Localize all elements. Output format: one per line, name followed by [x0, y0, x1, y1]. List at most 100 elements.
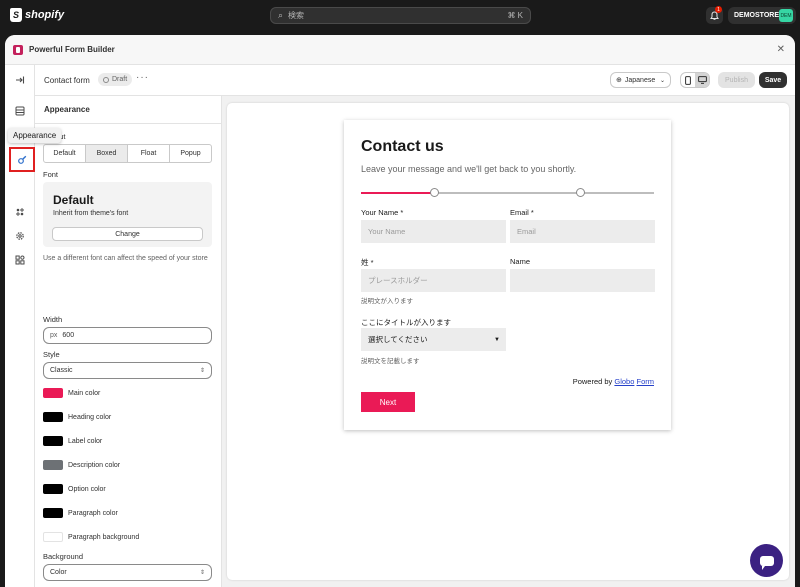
- background-value: Color: [50, 569, 67, 576]
- main-color-swatch[interactable]: [43, 388, 63, 398]
- background-select[interactable]: Color ⇕: [43, 564, 212, 581]
- search-shortcut: ⌘ K: [507, 11, 523, 20]
- icon-rail: [5, 65, 35, 587]
- select-description: 説明文を記載します: [361, 358, 420, 365]
- chevron-down-icon: ⌄: [659, 77, 665, 84]
- option-color-row[interactable]: Option color: [43, 484, 106, 494]
- style-select[interactable]: Classic ⇕: [43, 362, 212, 379]
- change-font-button[interactable]: Change: [52, 227, 203, 241]
- desktop-view-button[interactable]: [695, 73, 709, 87]
- tooltip: Appearance: [8, 128, 62, 143]
- your-name-placeholder: Your Name: [368, 227, 406, 236]
- dropdown-select[interactable]: 選択してください ▼: [361, 328, 506, 351]
- powered-by: Powered by Globo Form: [573, 377, 654, 386]
- color-label: Option color: [68, 485, 106, 493]
- option-color-swatch[interactable]: [43, 484, 63, 494]
- search-placeholder: 検索: [288, 11, 305, 20]
- search-bar[interactable]: ⌕ 検索 ⌘ K: [270, 7, 531, 24]
- label-color-row[interactable]: Label color: [43, 436, 102, 446]
- your-name-label: Your Name *: [361, 208, 404, 217]
- email-input[interactable]: Email: [510, 220, 655, 243]
- integrations-icon[interactable]: [13, 205, 27, 219]
- next-button[interactable]: Next: [361, 392, 415, 412]
- window-title: Powerful Form Builder: [29, 45, 115, 54]
- email-placeholder: Email: [517, 227, 536, 236]
- sei-description: 説明文が入ります: [361, 298, 413, 305]
- select-arrows-icon: ⇕: [199, 368, 205, 374]
- paragraph-background-swatch[interactable]: [43, 532, 63, 542]
- notification-badge: 1: [715, 6, 722, 13]
- layout-option-float[interactable]: Float: [128, 145, 170, 162]
- brand-name: shopify: [25, 9, 65, 21]
- layout-option-boxed[interactable]: Boxed: [86, 145, 128, 162]
- search-icon: ⌕: [278, 10, 284, 20]
- app-window: Powerful Form Builder ✕ Contact form Dra…: [5, 35, 795, 587]
- exit-icon[interactable]: [13, 73, 27, 87]
- apps-icon[interactable]: [13, 253, 27, 267]
- color-label: Heading color: [68, 413, 112, 421]
- shopify-bag-icon: [10, 8, 22, 22]
- step-indicator-2[interactable]: [576, 188, 585, 197]
- app-icon: [13, 44, 23, 55]
- mobile-view-button[interactable]: [681, 73, 695, 87]
- name-input[interactable]: [510, 269, 655, 292]
- color-label: Paragraph background: [68, 533, 140, 541]
- save-button[interactable]: Save: [759, 72, 787, 88]
- shopify-topbar: shopify ⌕ 検索 ⌘ K 1 DEMOSTORE DEM: [0, 0, 800, 31]
- color-label: Paragraph color: [68, 509, 118, 517]
- layout-segmented-control: Default Boxed Float Popup: [43, 144, 212, 163]
- font-label: Font: [43, 170, 59, 179]
- window-header: Powerful Form Builder ✕: [5, 35, 795, 65]
- gear-icon[interactable]: [13, 229, 27, 243]
- color-label: Main color: [68, 389, 101, 397]
- mobile-icon: [685, 75, 691, 85]
- globo-link[interactable]: Globo: [614, 377, 634, 386]
- step-indicator-1[interactable]: [430, 188, 439, 197]
- layout-option-popup[interactable]: Popup: [170, 145, 211, 162]
- paragraph-color-swatch[interactable]: [43, 508, 63, 518]
- language-select[interactable]: ⊕ Japanese ⌄: [610, 72, 671, 88]
- appearance-nav-button[interactable]: [9, 147, 35, 172]
- brush-icon: [18, 155, 27, 164]
- form-subtitle: Leave your message and we'll get back to…: [361, 164, 577, 174]
- publish-button[interactable]: Publish: [718, 72, 755, 88]
- color-label: Label color: [68, 437, 103, 445]
- powered-prefix: Powered by: [572, 377, 613, 386]
- paragraph-color-row[interactable]: Paragraph color: [43, 508, 118, 518]
- sei-placeholder: プレースホルダー: [368, 276, 428, 285]
- fields-icon[interactable]: [13, 104, 27, 118]
- description-color-swatch[interactable]: [43, 460, 63, 470]
- main-color-row[interactable]: Main color: [43, 388, 100, 398]
- select-title: ここにタイトルが入ります: [361, 318, 451, 327]
- form-preview-card: Contact us Leave your message and we'll …: [344, 120, 671, 430]
- chat-button[interactable]: [750, 544, 783, 577]
- paragraph-background-row[interactable]: Paragraph background: [43, 532, 139, 542]
- editor-header: Contact form Draft ··· ⊕ Japanese ⌄ Publ…: [35, 65, 795, 96]
- label-color-swatch[interactable]: [43, 436, 63, 446]
- progress-bar: [361, 192, 654, 194]
- close-icon[interactable]: ✕: [777, 44, 785, 55]
- heading-color-swatch[interactable]: [43, 412, 63, 422]
- your-name-input[interactable]: Your Name: [361, 220, 506, 243]
- name-label: Name: [510, 257, 531, 266]
- heading-color-row[interactable]: Heading color: [43, 412, 111, 422]
- description-color-row[interactable]: Description color: [43, 460, 120, 470]
- sei-input[interactable]: プレースホルダー: [361, 269, 506, 292]
- form-name: Contact form: [44, 76, 90, 85]
- appearance-panel: Appearance Layout Default Boxed Float Po…: [35, 96, 222, 587]
- email-label: Email *: [510, 208, 534, 217]
- device-toggle: [680, 72, 710, 88]
- store-avatar[interactable]: DEM: [779, 9, 793, 22]
- width-label: Width: [43, 315, 63, 324]
- font-description: Inherit from theme's font: [53, 210, 129, 217]
- layout-option-default[interactable]: Default: [44, 145, 86, 162]
- form-preview-area: Contact us Leave your message and we'll …: [227, 103, 789, 580]
- shopify-logo[interactable]: shopify: [10, 8, 64, 22]
- width-input[interactable]: px 600: [43, 327, 212, 344]
- style-label: Style: [43, 350, 60, 359]
- form-title: Contact us: [361, 138, 444, 155]
- form-link[interactable]: Form: [637, 377, 655, 386]
- language-value: Japanese: [624, 76, 656, 84]
- font-card: Default Inherit from theme's font Change: [43, 182, 212, 247]
- more-actions-icon[interactable]: ···: [136, 72, 149, 83]
